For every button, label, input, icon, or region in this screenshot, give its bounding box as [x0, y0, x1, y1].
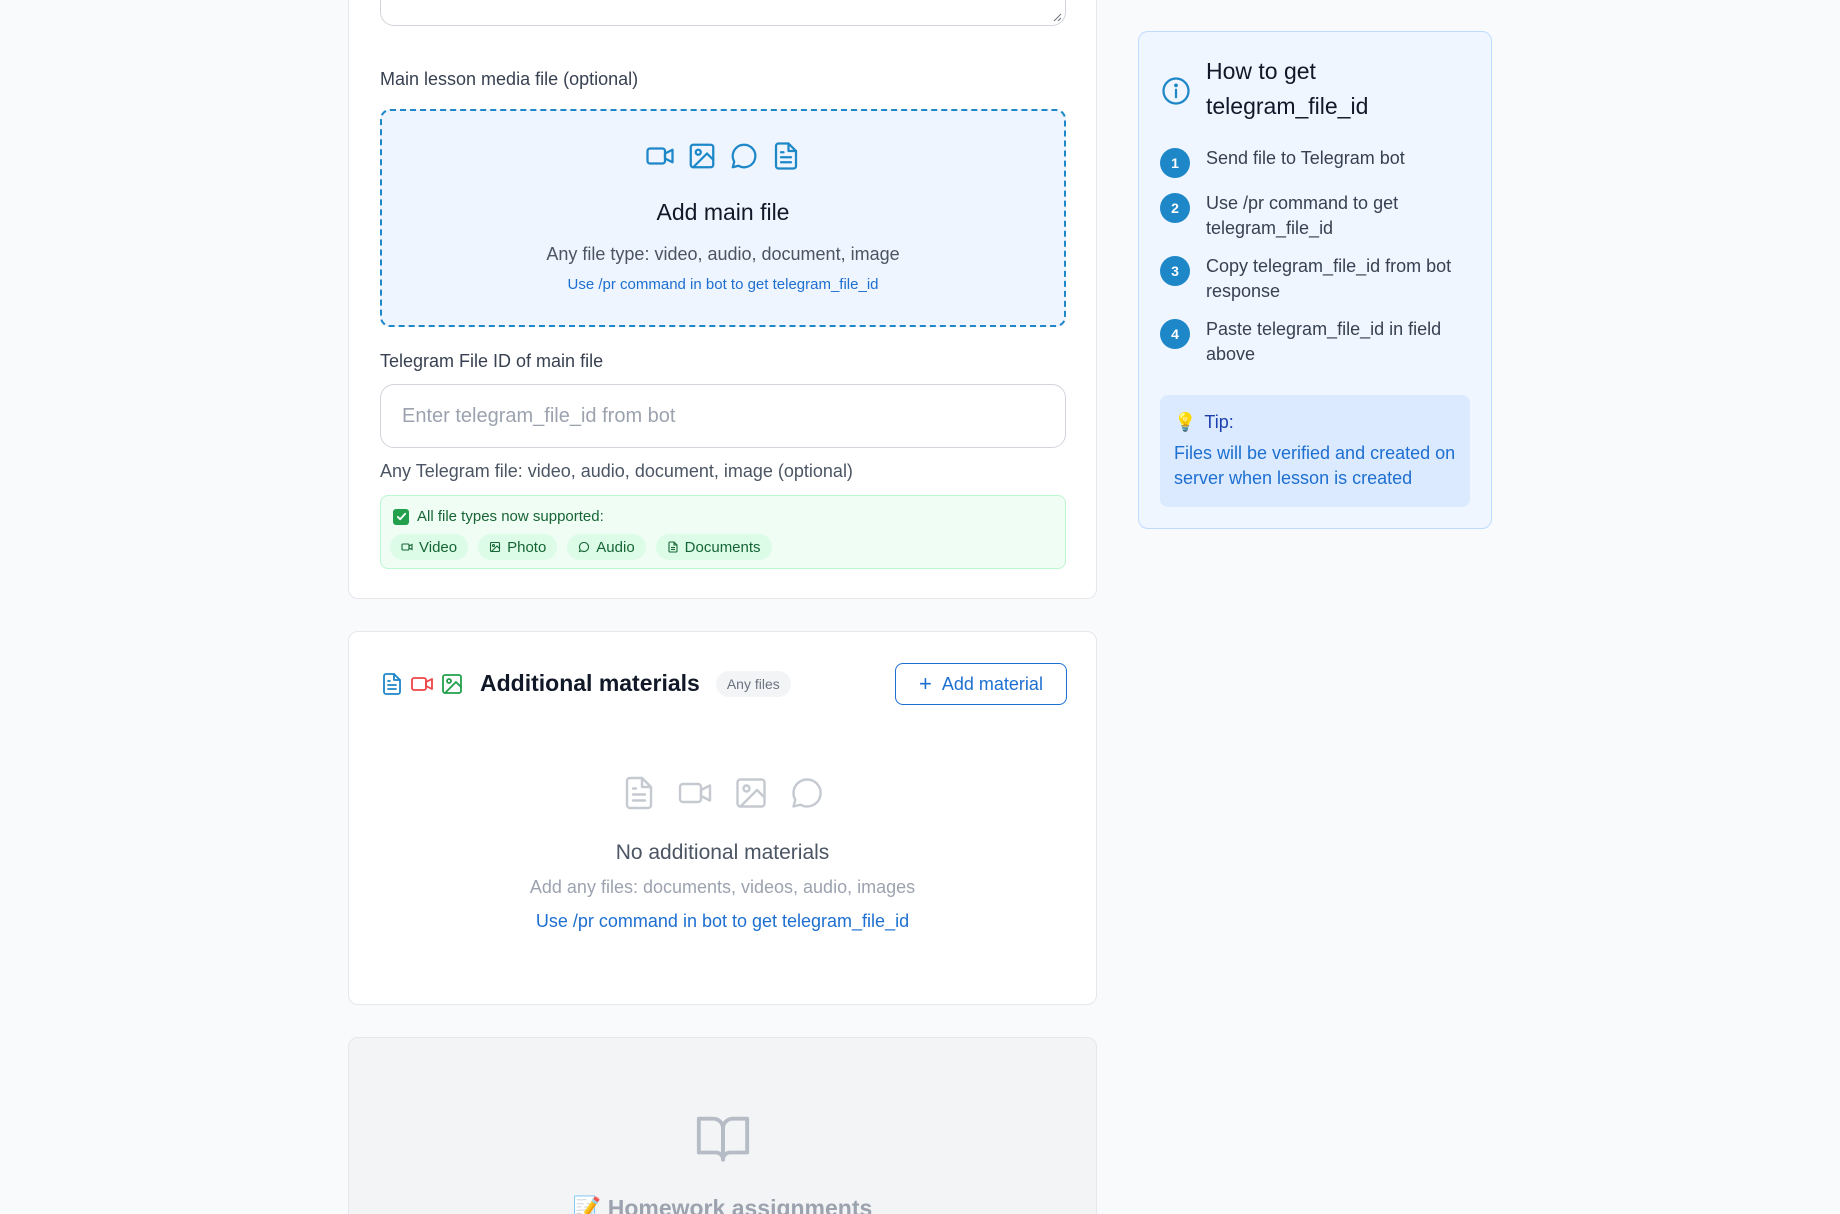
file-id-helper-text: Any Telegram file: video, audio, documen…	[380, 461, 853, 481]
dropzone-subtitle: Any file type: video, audio, document, i…	[546, 244, 900, 264]
chat-bubble-icon	[791, 778, 822, 808]
supported-types-box: All file types now supported: Video Phot…	[380, 495, 1066, 569]
step-text: Use /pr command to get telegram_file_id	[1206, 193, 1399, 238]
add-material-label: Add material	[941, 673, 1043, 694]
homework-card: 📝 Homework assignments	[348, 1037, 1097, 1214]
materials-header: Additional materials Any files	[380, 670, 791, 697]
supported-types-title: All file types now supported:	[417, 508, 604, 525]
help-step: 4 Paste telegram_file_id in field above	[1160, 317, 1480, 367]
step-number: 1	[1160, 148, 1190, 178]
empty-state-title: No additional materials	[615, 841, 830, 864]
main-media-card: Main lesson media file (optional) Add ma…	[348, 0, 1097, 599]
empty-state-subtitle: Add any files: documents, videos, audio,…	[529, 877, 916, 897]
video-icon	[678, 782, 711, 804]
help-step: 2 Use /pr command to get telegram_file_i…	[1160, 191, 1480, 241]
dropzone-hint: Use /pr command in bot to get telegram_f…	[567, 276, 879, 293]
step-number: 2	[1160, 193, 1190, 223]
type-pill-label: Documents	[684, 538, 761, 556]
dropzone-icons	[382, 141, 1064, 171]
chat-bubble-icon	[731, 143, 757, 169]
document-icon	[383, 672, 401, 695]
step-number: 4	[1160, 319, 1190, 349]
homework-title: 📝 Homework assignments	[572, 1195, 873, 1214]
book-icon	[696, 1116, 750, 1162]
document-icon	[625, 776, 652, 810]
help-panel-title: How to get telegram_file_id	[1206, 58, 1369, 119]
file-id-label: Telegram File ID of main file	[380, 351, 604, 371]
check-icon	[393, 508, 409, 525]
lightbulb-icon: 💡	[1174, 412, 1197, 432]
type-pill-label: Photo	[507, 538, 547, 556]
tip-title: Tip:	[1204, 412, 1234, 432]
add-material-button[interactable]: + Add material	[895, 663, 1067, 705]
step-text: Copy telegram_file_id from bot response	[1206, 256, 1452, 301]
document-icon	[668, 541, 678, 553]
main-file-dropzone[interactable]: Add main file Any file type: video, audi…	[380, 109, 1066, 327]
materials-title: Additional materials	[480, 670, 700, 696]
type-pill-video: Video	[390, 534, 469, 560]
type-pill-documents: Documents	[655, 534, 772, 560]
help-step: 1 Send file to Telegram bot	[1160, 146, 1480, 178]
document-icon	[774, 142, 798, 170]
empty-state-hint: Use /pr command in bot to get telegram_f…	[535, 911, 910, 931]
any-files-badge: Any files	[715, 670, 791, 697]
telegram-file-id-help-panel: How to get telegram_file_id 1 Send file …	[1138, 31, 1492, 529]
description-textarea[interactable]	[380, 0, 1066, 26]
step-text: Send file to Telegram bot	[1206, 148, 1405, 168]
step-number: 3	[1160, 256, 1190, 286]
step-text: Paste telegram_file_id in field above	[1206, 319, 1442, 364]
help-steps: 1 Send file to Telegram bot 2 Use /pr co…	[1160, 146, 1480, 380]
type-pill-label: Video	[419, 538, 458, 556]
info-icon	[1162, 77, 1190, 105]
video-icon	[646, 147, 674, 165]
plus-icon: +	[919, 671, 932, 696]
main-file-label: Main lesson media file (optional)	[380, 69, 639, 89]
additional-materials-card: Additional materials Any files + Add mat…	[348, 631, 1097, 1005]
tip-text: Files will be verified and created on se…	[1174, 443, 1456, 488]
dropzone-title: Add main file	[656, 199, 790, 225]
empty-state-icons	[349, 775, 1096, 811]
image-icon	[689, 143, 715, 169]
tip-box: 💡 Tip: Files will be verified and create…	[1160, 395, 1470, 507]
help-step: 3 Copy telegram_file_id from bot respons…	[1160, 254, 1480, 304]
resize-grip-icon[interactable]	[1052, 12, 1062, 22]
image-icon	[490, 541, 501, 553]
video-icon	[401, 543, 413, 551]
image-icon	[735, 778, 766, 808]
image-icon	[442, 673, 462, 694]
video-icon	[411, 676, 433, 691]
type-pill-audio: Audio	[567, 534, 646, 560]
telegram-file-id-input[interactable]	[380, 384, 1066, 448]
chat-bubble-icon	[579, 541, 590, 553]
type-pill-photo: Photo	[478, 534, 558, 560]
type-pill-label: Audio	[596, 538, 635, 556]
